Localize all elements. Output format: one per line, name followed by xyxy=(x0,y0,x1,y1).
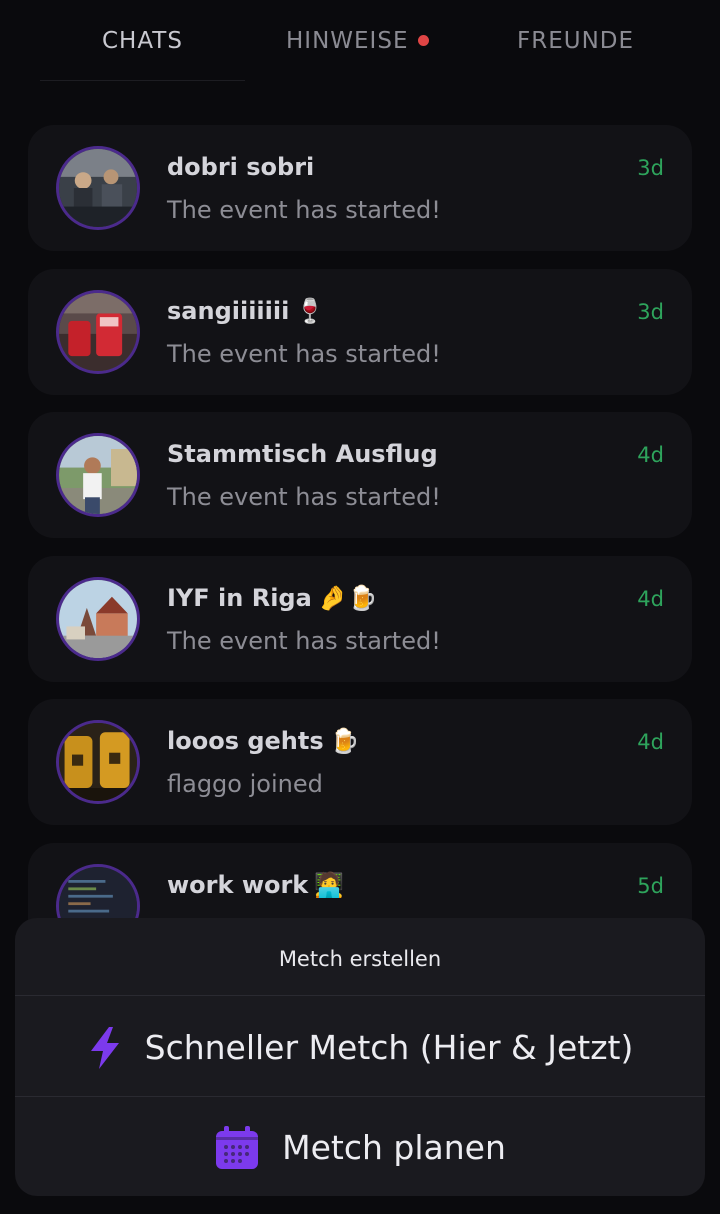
technologist-emoji: 🧑‍💻 xyxy=(314,871,345,899)
riga-building-avatar xyxy=(56,577,140,661)
chat-item[interactable]: Stammtisch Ausflug The event has started… xyxy=(28,412,692,538)
group-photo-avatar xyxy=(56,146,140,230)
chat-timestamp: 3d xyxy=(637,156,664,180)
chat-timestamp: 4d xyxy=(637,587,664,611)
chat-timestamp: 4d xyxy=(637,443,664,467)
chat-item[interactable]: IYF in Riga 🤌🍺 The event has started! 4d xyxy=(28,556,692,682)
person-outdoor-avatar xyxy=(56,433,140,517)
chat-name: Stammtisch Ausflug xyxy=(167,440,438,468)
beer-emoji: 🍺 xyxy=(329,727,360,755)
quick-metch-label: Schneller Metch (Hier & Jetzt) xyxy=(144,1028,634,1067)
sheet-divider xyxy=(15,995,705,996)
tab-bar: CHATS HINWEISE FREUNDE xyxy=(0,0,720,90)
chat-item[interactable]: looos gehts 🍺 flaggo joined 4d xyxy=(28,699,692,825)
notification-dot xyxy=(418,35,430,46)
calendar-icon xyxy=(214,1125,260,1171)
pinch-beer-emoji: 🤌🍺 xyxy=(317,584,378,612)
tab-hinweise-label: HINWEISE xyxy=(286,28,409,54)
lightning-icon xyxy=(87,1026,123,1069)
chat-last-message: The event has started! xyxy=(167,340,441,368)
tab-freunde[interactable]: FREUNDE xyxy=(517,28,634,54)
chat-name: sangiiiiiii 🍷 xyxy=(167,297,326,325)
chat-last-message: The event has started! xyxy=(167,196,441,224)
chat-screen: CHATS HINWEISE FREUNDE dobri sobri The e… xyxy=(0,0,720,1214)
chat-name: dobri sobri xyxy=(167,153,315,181)
sheet-divider xyxy=(15,1096,705,1097)
create-metch-sheet: Metch erstellen Schneller Metch (Hier & … xyxy=(15,918,705,1196)
chat-name: work work 🧑‍💻 xyxy=(167,871,345,899)
chat-last-message: The event has started! xyxy=(167,483,441,511)
chat-name: looos gehts 🍺 xyxy=(167,727,360,755)
chat-last-message: The event has started! xyxy=(167,627,441,655)
chat-item[interactable]: dobri sobri The event has started! 3d xyxy=(28,125,692,251)
sheet-title: Metch erstellen xyxy=(278,947,442,971)
chat-timestamp: 4d xyxy=(637,730,664,754)
tab-hinweise[interactable]: HINWEISE xyxy=(286,28,430,54)
quick-metch-button[interactable]: Schneller Metch (Hier & Jetzt) xyxy=(15,998,705,1097)
beer-glasses-avatar xyxy=(56,720,140,804)
chat-last-message: flaggo joined xyxy=(167,770,323,798)
chat-item[interactable]: sangiiiiiii 🍷 The event has started! 3d xyxy=(28,269,692,395)
chat-name: IYF in Riga 🤌🍺 xyxy=(167,584,378,612)
plan-metch-label: Metch planen xyxy=(282,1128,506,1167)
tab-active-indicator xyxy=(40,80,245,81)
wine-emoji: 🍷 xyxy=(295,297,326,325)
drinks-avatar xyxy=(56,290,140,374)
tab-chats[interactable]: CHATS xyxy=(102,28,183,54)
plan-metch-button[interactable]: Metch planen xyxy=(15,1098,705,1196)
chat-timestamp: 3d xyxy=(637,300,664,324)
chat-timestamp: 5d xyxy=(637,874,664,898)
